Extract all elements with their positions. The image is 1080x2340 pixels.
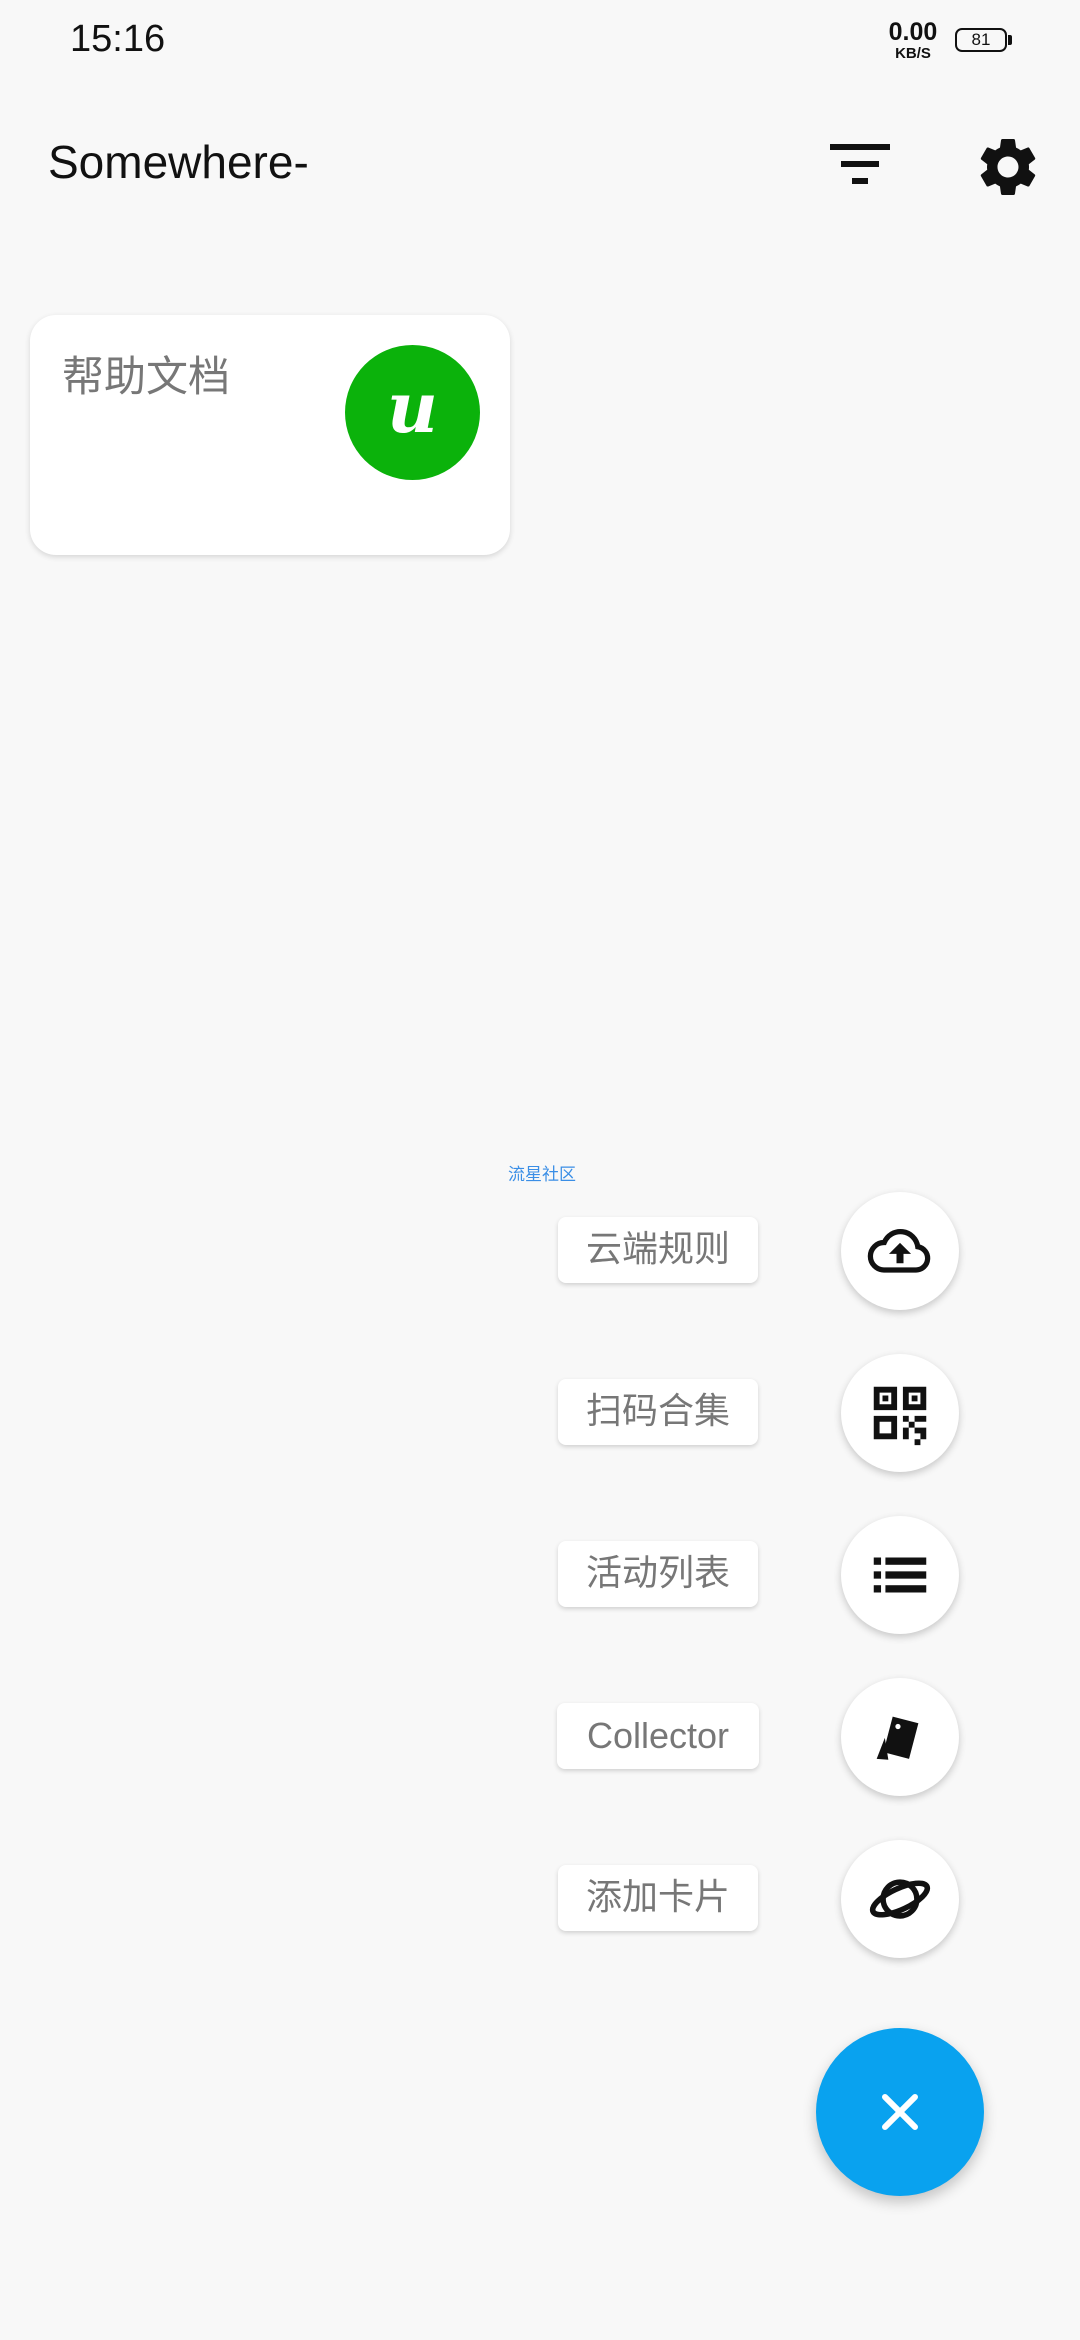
qr-code-icon	[873, 1386, 927, 1446]
filter-icon	[830, 144, 890, 184]
speed-dial-label-qr-collection[interactable]: 扫码合集	[558, 1379, 758, 1445]
gear-icon	[980, 138, 1036, 195]
close-icon	[882, 2094, 918, 2130]
speed-dial-close-button[interactable]	[816, 2028, 984, 2196]
u-logo-icon: u	[345, 345, 480, 480]
card-help-docs[interactable]: 帮助文档 u	[30, 315, 510, 555]
speed-dial-label-cloud-rules[interactable]: 云端规则	[558, 1217, 758, 1283]
app-title: Somewhere-	[48, 136, 309, 188]
battery-level: 81	[971, 30, 991, 49]
planet-icon	[869, 1879, 931, 1919]
card-title: 帮助文档	[62, 352, 231, 401]
community-link[interactable]: 流星社区	[508, 1160, 576, 1185]
cloud-upload-icon	[867, 1229, 931, 1273]
screen: 15:16 0.00 KB/S 81 Somewhere- 帮助文档 u 流星社…	[0, 0, 1080, 2340]
speed-dial-label-collector[interactable]: Collector	[557, 1703, 759, 1769]
battery-tip	[1008, 35, 1012, 45]
collector-button[interactable]	[841, 1678, 959, 1796]
battery-icon: 81	[955, 28, 1007, 52]
settings-button[interactable]	[968, 130, 1048, 210]
cards-icon	[876, 1716, 919, 1760]
qr-collection-button[interactable]	[841, 1354, 959, 1472]
list-icon	[873, 1557, 927, 1593]
network-speed-unit: KB/S	[895, 45, 931, 62]
speed-dial-label-add-card[interactable]: 添加卡片	[558, 1865, 758, 1931]
speed-dial-label-activity-list[interactable]: 活动列表	[558, 1541, 758, 1607]
status-time: 15:16	[70, 18, 166, 60]
network-speed: 0.00 KB/S	[885, 18, 941, 62]
network-speed-value: 0.00	[888, 18, 938, 46]
cloud-rules-button[interactable]	[841, 1192, 959, 1310]
add-card-button[interactable]	[841, 1840, 959, 1958]
activity-list-button[interactable]	[841, 1516, 959, 1634]
filter-button[interactable]	[820, 130, 900, 200]
